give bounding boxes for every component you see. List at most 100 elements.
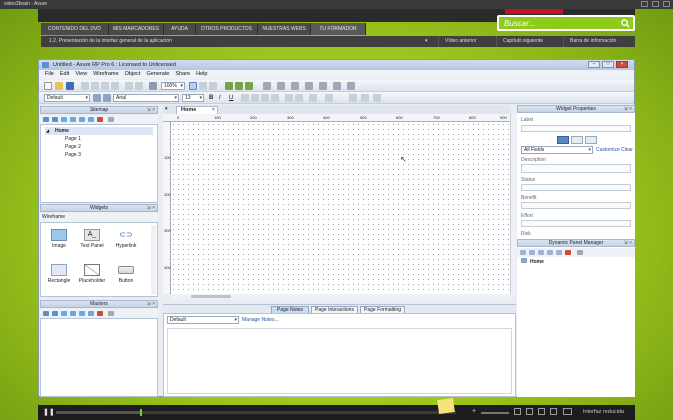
outdent-icon[interactable] [88, 117, 94, 122]
chevron-down-icon[interactable]: ▾ [425, 36, 428, 47]
search-input[interactable]: Buscar... [497, 15, 635, 31]
open-icon[interactable] [55, 82, 63, 90]
nav-tab-webs[interactable]: NUESTRAS WEBS [258, 23, 311, 35]
group-icon[interactable] [225, 82, 233, 90]
bookmark-icon[interactable] [514, 408, 521, 415]
format-painter-icon[interactable] [111, 82, 119, 90]
move-down-icon[interactable] [547, 250, 553, 255]
menu-help[interactable]: Help [193, 70, 210, 79]
label-field[interactable] [521, 125, 631, 132]
valign-middle-icon[interactable] [295, 94, 303, 102]
save-icon[interactable] [66, 82, 74, 90]
add-child-icon[interactable] [52, 117, 58, 122]
description-field[interactable] [521, 164, 631, 173]
menu-generate[interactable]: Generate [143, 70, 172, 79]
dynamic-panel-tree-home[interactable]: Home [521, 258, 544, 266]
add-state-icon[interactable] [520, 250, 526, 255]
menu-share[interactable]: Share [172, 70, 193, 79]
widget-image[interactable]: Image [44, 229, 74, 249]
app-minimize-button[interactable]: – [588, 61, 600, 68]
delete-master-icon[interactable] [97, 311, 103, 316]
move-down-icon[interactable] [70, 117, 76, 122]
zoom-select[interactable]: 100% [161, 82, 185, 90]
widget-placeholder[interactable]: Placeholder [77, 264, 107, 284]
fullscreen-icon[interactable] [550, 408, 557, 415]
notes-textarea[interactable] [167, 328, 512, 394]
tree-item-page[interactable]: Page 3 [45, 151, 153, 159]
justify-icon[interactable] [271, 94, 279, 102]
settings-icon[interactable] [526, 408, 533, 415]
menu-file[interactable]: File [42, 70, 57, 79]
nav-tab-ayuda[interactable]: AYUDA [164, 23, 196, 35]
close-icon[interactable] [663, 1, 670, 7]
scroll-thumb[interactable] [191, 295, 231, 298]
shadow-icon[interactable] [333, 82, 341, 90]
add-master-icon[interactable] [43, 311, 49, 316]
move-up-icon[interactable] [61, 117, 67, 122]
nav-tab-marcadores[interactable]: MIS MARCADORES [109, 23, 164, 35]
nav-tab-productos[interactable]: OTROS PRODUCTOS [196, 23, 258, 35]
pause-icon[interactable]: ❚❚ [43, 408, 55, 416]
duplicate-state-icon[interactable] [529, 250, 535, 255]
add-page-icon[interactable] [43, 117, 49, 122]
panel-pin-icon[interactable]: ⇲ × [147, 301, 156, 308]
progress-handle[interactable] [140, 409, 142, 416]
tree-item-home[interactable]: ◢ Home [45, 127, 153, 135]
clear-link[interactable]: Clear [621, 147, 633, 153]
order-icon[interactable] [373, 94, 381, 102]
indent-icon[interactable] [79, 311, 85, 316]
delete-state-icon[interactable] [565, 250, 571, 255]
search-icon[interactable] [108, 311, 114, 316]
reduced-interface-button[interactable]: Interfaz reducida [583, 409, 624, 415]
widget-button[interactable]: Button [111, 264, 141, 284]
collapse-icon[interactable]: ◢ [46, 127, 49, 135]
line-width-icon[interactable] [291, 82, 299, 90]
customize-link[interactable]: Customize [596, 147, 620, 153]
distribute-icon[interactable] [349, 94, 357, 102]
style-edit-icon[interactable] [93, 94, 101, 102]
panel-pin-icon[interactable]: ⇲ × [624, 240, 633, 247]
panel-pin-icon[interactable]: ⇲ × [147, 107, 156, 114]
undo-icon[interactable] [125, 82, 133, 90]
underline-icon[interactable]: U [229, 94, 237, 102]
tab-menu-icon[interactable]: ▾ [165, 106, 168, 112]
connector-icon[interactable] [199, 82, 207, 90]
next-chapter-button[interactable]: Capítulo siguiente [496, 36, 549, 47]
subtitles-icon[interactable] [538, 408, 545, 415]
manage-notes-link[interactable]: Manage Notes... [242, 317, 279, 323]
edit-state-icon[interactable] [556, 250, 562, 255]
window-icon[interactable] [563, 408, 572, 415]
close-tab-icon[interactable]: × [212, 107, 215, 114]
prev-video-button[interactable]: Vídeo anterior [438, 36, 482, 47]
line-style-icon[interactable] [305, 82, 313, 90]
print-icon[interactable] [149, 82, 157, 90]
app-close-button[interactable]: × [616, 61, 628, 68]
align-left-icon[interactable] [241, 94, 249, 102]
nav-tab-contenido[interactable]: CONTENIDO DEL DVD [41, 23, 109, 35]
tree-item-page[interactable]: Page 1 [45, 135, 153, 143]
search-icon[interactable] [621, 19, 630, 28]
font-select[interactable]: Arial [113, 94, 179, 102]
widget-rectangle[interactable]: Rectangle [44, 264, 74, 284]
bring-front-icon[interactable] [245, 82, 253, 90]
align-right-icon[interactable] [261, 94, 269, 102]
line-color-icon[interactable] [277, 82, 285, 90]
tree-item-page[interactable]: Page 2 [45, 143, 153, 151]
info-bar-button[interactable]: Barra de información [563, 36, 622, 47]
nav-tab-formador[interactable]: TU FORMADOR [311, 23, 366, 35]
italic-icon[interactable]: I [219, 94, 227, 102]
canvas-vertical-scrollbar[interactable] [510, 114, 516, 294]
fill-color-icon[interactable] [263, 82, 271, 90]
panel-pin-icon[interactable]: ⇲ × [147, 205, 156, 212]
copy-icon[interactable] [91, 82, 99, 90]
search-icon[interactable] [577, 250, 583, 255]
outdent-icon[interactable] [88, 311, 94, 316]
progress-bar[interactable] [56, 409, 456, 416]
menu-edit[interactable]: Edit [57, 70, 72, 79]
app-maximize-button[interactable]: □ [602, 61, 614, 68]
widget-scrollbar[interactable] [151, 225, 156, 295]
minimize-icon[interactable] [641, 1, 648, 7]
select-mode-icon[interactable] [189, 82, 197, 90]
bullet-icon[interactable] [309, 94, 317, 102]
delete-page-icon[interactable] [97, 117, 103, 122]
